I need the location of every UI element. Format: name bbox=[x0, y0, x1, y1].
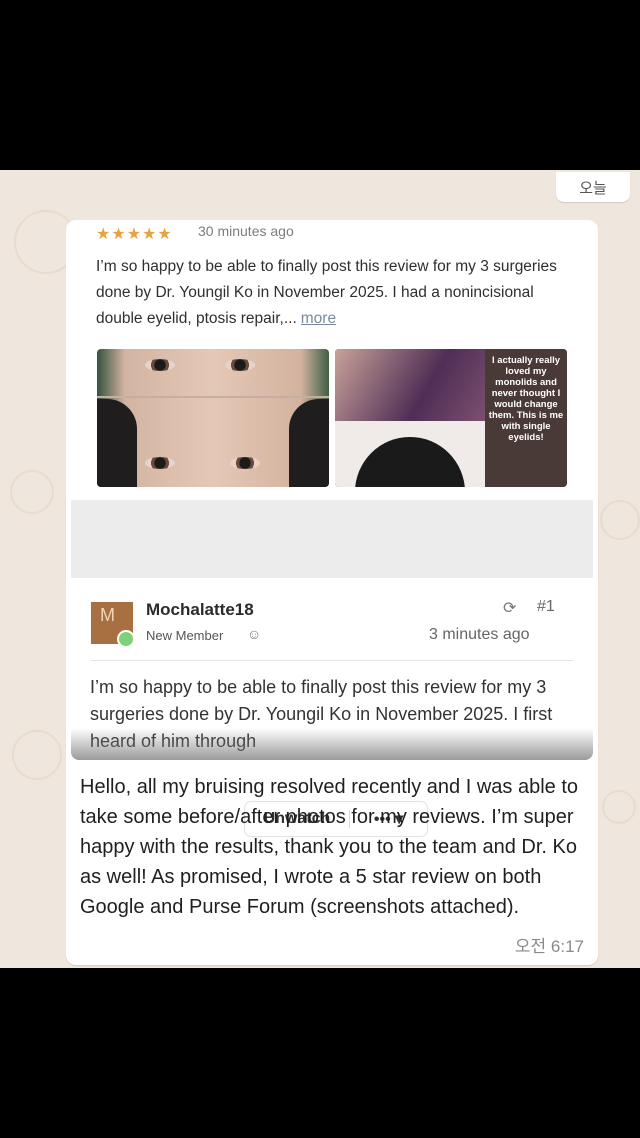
screenshot-fade bbox=[71, 728, 593, 760]
eye-left-bottom bbox=[145, 457, 175, 469]
eye-left-top bbox=[145, 359, 175, 371]
username[interactable]: Mochalatte18 bbox=[146, 600, 254, 620]
photo-part bbox=[335, 349, 485, 421]
before-photo[interactable]: I actually really loved my monolids and … bbox=[335, 349, 567, 487]
date-chip: 오늘 bbox=[556, 172, 630, 202]
eye-right-top bbox=[225, 359, 255, 371]
message-bubble[interactable]: ★★★★★ 30 minutes ago I’m so happy to be … bbox=[66, 220, 598, 965]
online-status-icon bbox=[117, 630, 135, 648]
wallpaper-doodle bbox=[10, 470, 54, 514]
message-text: Hello, all my bruising resolved recently… bbox=[80, 776, 579, 918]
photo-overlay-text: I actually really loved my monolids and … bbox=[488, 355, 564, 443]
star-rating-icon: ★★★★★ bbox=[96, 226, 173, 243]
before-after-photo[interactable] bbox=[97, 349, 329, 487]
wallpaper-doodle bbox=[12, 730, 62, 780]
share-icon[interactable]: ⟳ bbox=[503, 598, 516, 618]
member-role: New Member bbox=[146, 628, 224, 643]
wallpaper-doodle bbox=[602, 790, 636, 824]
review-time: 30 minutes ago bbox=[198, 223, 294, 239]
more-link[interactable]: more bbox=[301, 310, 336, 327]
eye-right-bottom bbox=[230, 457, 260, 469]
wallpaper-doodle bbox=[600, 500, 640, 540]
photo-divider bbox=[97, 396, 329, 398]
forum-toolbar: Unwatch ••• ▾ bbox=[71, 500, 593, 836]
chat-background: 오늘 ★★★★★ 30 minutes ago I’m so happy to … bbox=[0, 170, 640, 968]
message-time: 오전 6:17 bbox=[514, 937, 584, 956]
forum-post-card: M Mochalatte18 New Member ☺ ⟳ #1 3 minut… bbox=[71, 578, 593, 760]
hair-right bbox=[289, 399, 329, 487]
review-text: I’m so happy to be able to finally post … bbox=[96, 254, 571, 332]
post-number[interactable]: #1 bbox=[537, 598, 555, 616]
post-time: 3 minutes ago bbox=[429, 626, 530, 643]
hair-left bbox=[97, 399, 137, 487]
member-edit-icon: ☺ bbox=[247, 626, 262, 642]
divider bbox=[91, 660, 573, 661]
